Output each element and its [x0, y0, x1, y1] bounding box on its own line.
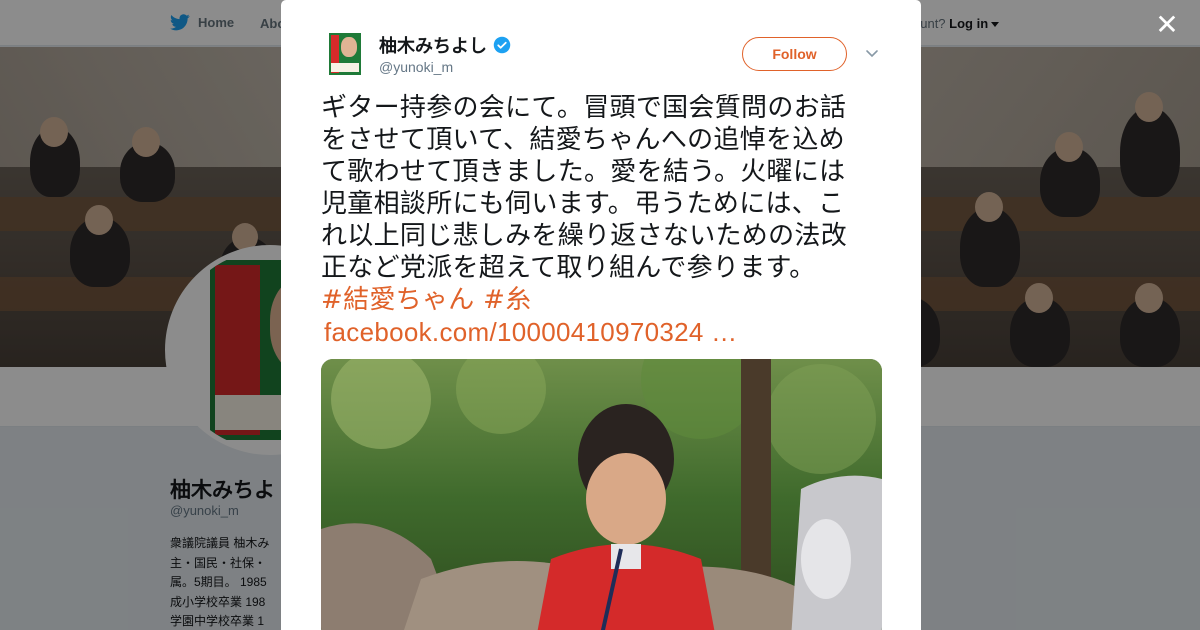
close-icon[interactable]: ✕ [1152, 10, 1182, 40]
verified-badge-icon [493, 36, 511, 54]
tweet-author-handle[interactable]: @yunoki_m [379, 59, 453, 75]
tweet-line: 正など党派を超えて取り組んで参ります。 [321, 253, 816, 283]
tweet-line: 児童相談所にも伺います。弔うためには、こ [321, 189, 845, 219]
tweet-modal: 柚木みちよし @yunoki_m Follow ギター持参の会にて。冒頭で国会質… [281, 0, 921, 630]
tweet-author-name-row[interactable]: 柚木みちよし [379, 32, 511, 58]
tweet-line: れ以上同じ悲しみを繰り返さないための法改 [321, 221, 848, 251]
hashtag-link[interactable]: #糸 [483, 285, 531, 315]
tweet-avatar[interactable] [329, 33, 361, 75]
tweet-text: ギター持参の会にて。冒頭で国会質問のお話 をさせて頂いて、結愛ちゃんへの追悼を込… [321, 92, 886, 348]
tweet-author-name[interactable]: 柚木みちよし [379, 32, 487, 58]
tweet-photo[interactable] [321, 359, 882, 630]
tweet-line: ギター持参の会にて。冒頭で国会質問のお話 [321, 93, 847, 123]
tweet-line: をさせて頂いて、結愛ちゃんへの追悼を込め [321, 125, 845, 155]
external-link[interactable]: facebook.com/10000410970324 … [324, 316, 886, 348]
follow-button[interactable]: Follow [742, 37, 847, 71]
tweet-line: て歌わせて頂きました。愛を結う。火曜には [321, 157, 846, 187]
tweet-photo-image [321, 359, 882, 630]
hashtag-link[interactable]: #結愛ちゃん [321, 285, 475, 315]
chevron-down-icon[interactable] [864, 45, 880, 61]
